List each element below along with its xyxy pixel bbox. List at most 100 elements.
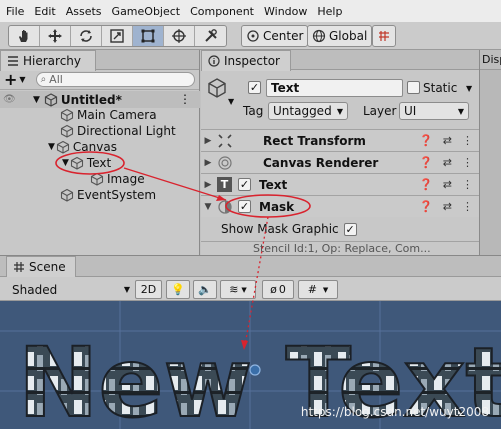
settings-icon[interactable]: ⇄ bbox=[443, 200, 452, 213]
tag-dropdown[interactable]: Untagged ▼ bbox=[268, 102, 348, 120]
eye-off-icon: ø bbox=[270, 283, 277, 296]
rotate-tool-button[interactable] bbox=[71, 26, 102, 46]
gameobject-icon bbox=[60, 124, 74, 138]
component-enabled-checkbox[interactable]: ✓ bbox=[238, 200, 251, 213]
component-actions: ❓ ⇄ ⋮ bbox=[419, 200, 473, 213]
help-icon[interactable]: ❓ bbox=[419, 200, 433, 213]
tab-hierarchy[interactable]: Hierarchy bbox=[0, 50, 96, 71]
shading-value: Shaded bbox=[12, 282, 58, 297]
hierarchy-item-main-camera[interactable]: Main Camera bbox=[60, 107, 157, 123]
tab-inspector[interactable]: Inspector bbox=[201, 50, 291, 71]
gameobject-large-icon bbox=[208, 78, 226, 98]
chevron-down-icon[interactable]: ▼ bbox=[466, 84, 472, 93]
custom-tool-button[interactable] bbox=[195, 26, 226, 46]
hierarchy-item-eventsystem[interactable]: EventSystem bbox=[60, 187, 156, 203]
rotate-icon bbox=[80, 30, 92, 42]
material-info: Stencil Id:1, Op: Replace, Com... bbox=[253, 242, 431, 255]
help-icon[interactable]: ❓ bbox=[419, 178, 433, 191]
tag-value: Untagged bbox=[273, 104, 332, 118]
hierarchy-item-text[interactable]: ▼ Text bbox=[62, 155, 111, 171]
menu-file[interactable]: File bbox=[6, 5, 24, 18]
chevron-down-icon: ▼ bbox=[241, 285, 247, 294]
show-mask-checkbox[interactable]: ✓ bbox=[343, 222, 357, 236]
kebab-icon[interactable]: ⋮ bbox=[462, 156, 473, 169]
component-actions: ❓ ⇄ ⋮ bbox=[419, 178, 473, 191]
hierarchy-search-input[interactable]: ⌕ All bbox=[35, 72, 195, 87]
kebab-icon[interactable]: ⋮ bbox=[462, 134, 473, 147]
chevron-down-icon[interactable]: ▼ bbox=[228, 97, 234, 106]
create-button[interactable]: + bbox=[4, 70, 17, 89]
kebab-icon[interactable]: ⋮ bbox=[462, 178, 473, 191]
component-enabled-checkbox[interactable]: ✓ bbox=[238, 178, 251, 191]
item-label: Directional Light bbox=[77, 124, 176, 138]
menu-window[interactable]: Window bbox=[264, 5, 307, 18]
expand-arrow-icon[interactable]: ▶ bbox=[201, 158, 215, 168]
chevron-down-icon: ▼ bbox=[123, 285, 130, 294]
transform-tool-button[interactable] bbox=[164, 26, 195, 46]
settings-icon[interactable]: ⇄ bbox=[443, 134, 452, 147]
help-icon[interactable]: ❓ bbox=[419, 156, 433, 169]
hierarchy-item-canvas[interactable]: ▼ Canvas bbox=[48, 139, 117, 155]
kebab-icon[interactable]: ⋮ bbox=[179, 92, 191, 106]
scene-view[interactable]: New Text https://blog.csdn.net/wuyt2008 bbox=[0, 301, 501, 429]
expand-arrow-icon[interactable]: ▼ bbox=[33, 95, 40, 105]
audio-toggle[interactable]: 🔈 bbox=[193, 280, 217, 299]
item-label: EventSystem bbox=[77, 188, 157, 202]
scale-tool-button[interactable] bbox=[102, 26, 133, 46]
expand-arrow-icon[interactable]: ▼ bbox=[48, 142, 55, 152]
tab-scene[interactable]: Scene bbox=[6, 256, 76, 277]
rect-tool-button[interactable] bbox=[133, 26, 164, 46]
effects-dropdown[interactable]: ≋ ▼ bbox=[220, 280, 256, 299]
pivot-toggle[interactable]: Center bbox=[241, 25, 309, 47]
scene-tab-label: Scene bbox=[29, 260, 66, 274]
layers-icon: ≋ bbox=[229, 283, 239, 296]
component-rect-transform[interactable]: ▶ Rect Transform ❓ ⇄ ⋮ bbox=[201, 129, 479, 151]
static-checkbox[interactable] bbox=[407, 81, 420, 94]
kebab-icon[interactable]: ⋮ bbox=[462, 200, 473, 213]
2d-toggle[interactable]: 2D bbox=[135, 280, 162, 299]
hierarchy-tab-label: Hierarchy bbox=[23, 54, 82, 68]
component-name: Text bbox=[259, 177, 288, 192]
menu-gameobject[interactable]: GameObject bbox=[112, 5, 181, 18]
collapse-arrow-icon[interactable]: ▼ bbox=[201, 202, 215, 212]
inspector-tab-label: Inspector bbox=[224, 54, 280, 68]
menu-component[interactable]: Component bbox=[190, 5, 254, 18]
space-toggle[interactable]: Global bbox=[307, 25, 373, 47]
help-icon[interactable]: ❓ bbox=[419, 134, 433, 147]
hierarchy-item-directional-light[interactable]: Directional Light bbox=[60, 123, 176, 139]
main-toolbar: Center Global bbox=[0, 22, 501, 50]
gizmos-dropdown[interactable]: # ▼ bbox=[298, 280, 338, 299]
snap-button[interactable] bbox=[372, 25, 396, 47]
scene-root-row[interactable]: ▼ Untitled* bbox=[33, 92, 122, 108]
menu-assets[interactable]: Assets bbox=[66, 5, 102, 18]
hand-tool-button[interactable] bbox=[9, 26, 40, 46]
chevron-down-icon: ▼ bbox=[336, 106, 343, 116]
active-checkbox[interactable]: ✓ bbox=[248, 81, 261, 94]
expand-arrow-icon[interactable]: ▶ bbox=[201, 180, 215, 190]
menu-help[interactable]: Help bbox=[317, 5, 342, 18]
object-name-field[interactable]: Text bbox=[266, 79, 403, 97]
hidden-objects-toggle[interactable]: ø0 bbox=[262, 280, 294, 299]
space-label: Global bbox=[329, 29, 368, 43]
show-mask-graphic-row: Show Mask Graphic ✓ bbox=[201, 218, 479, 240]
settings-icon[interactable]: ⇄ bbox=[443, 156, 452, 169]
tab-display[interactable]: Disp bbox=[480, 50, 501, 70]
lighting-toggle[interactable]: 💡 bbox=[166, 280, 190, 299]
menu-edit[interactable]: Edit bbox=[34, 5, 55, 18]
component-text[interactable]: ▶ T ✓ Text ❓ ⇄ ⋮ bbox=[201, 173, 479, 195]
component-canvas-renderer[interactable]: ▶ Canvas Renderer ❓ ⇄ ⋮ bbox=[201, 151, 479, 173]
shading-dropdown[interactable]: Shaded ▼ bbox=[12, 281, 130, 298]
mask-icon bbox=[218, 199, 232, 214]
eye-icon[interactable]: 👁 bbox=[3, 94, 16, 105]
move-tool-button[interactable] bbox=[40, 26, 71, 46]
grid-snap-icon: # bbox=[307, 283, 317, 296]
info-icon bbox=[208, 55, 220, 67]
transform-tools bbox=[8, 25, 227, 47]
expand-arrow-icon[interactable]: ▶ bbox=[201, 136, 215, 146]
settings-icon[interactable]: ⇄ bbox=[443, 178, 452, 191]
hierarchy-item-image[interactable]: Image bbox=[90, 171, 145, 187]
chevron-down-icon[interactable]: ▼ bbox=[19, 75, 25, 84]
layer-dropdown[interactable]: UI ▼ bbox=[399, 102, 469, 120]
expand-arrow-icon[interactable]: ▼ bbox=[62, 158, 69, 168]
component-mask[interactable]: ▼ ✓ Mask ❓ ⇄ ⋮ bbox=[201, 195, 479, 217]
